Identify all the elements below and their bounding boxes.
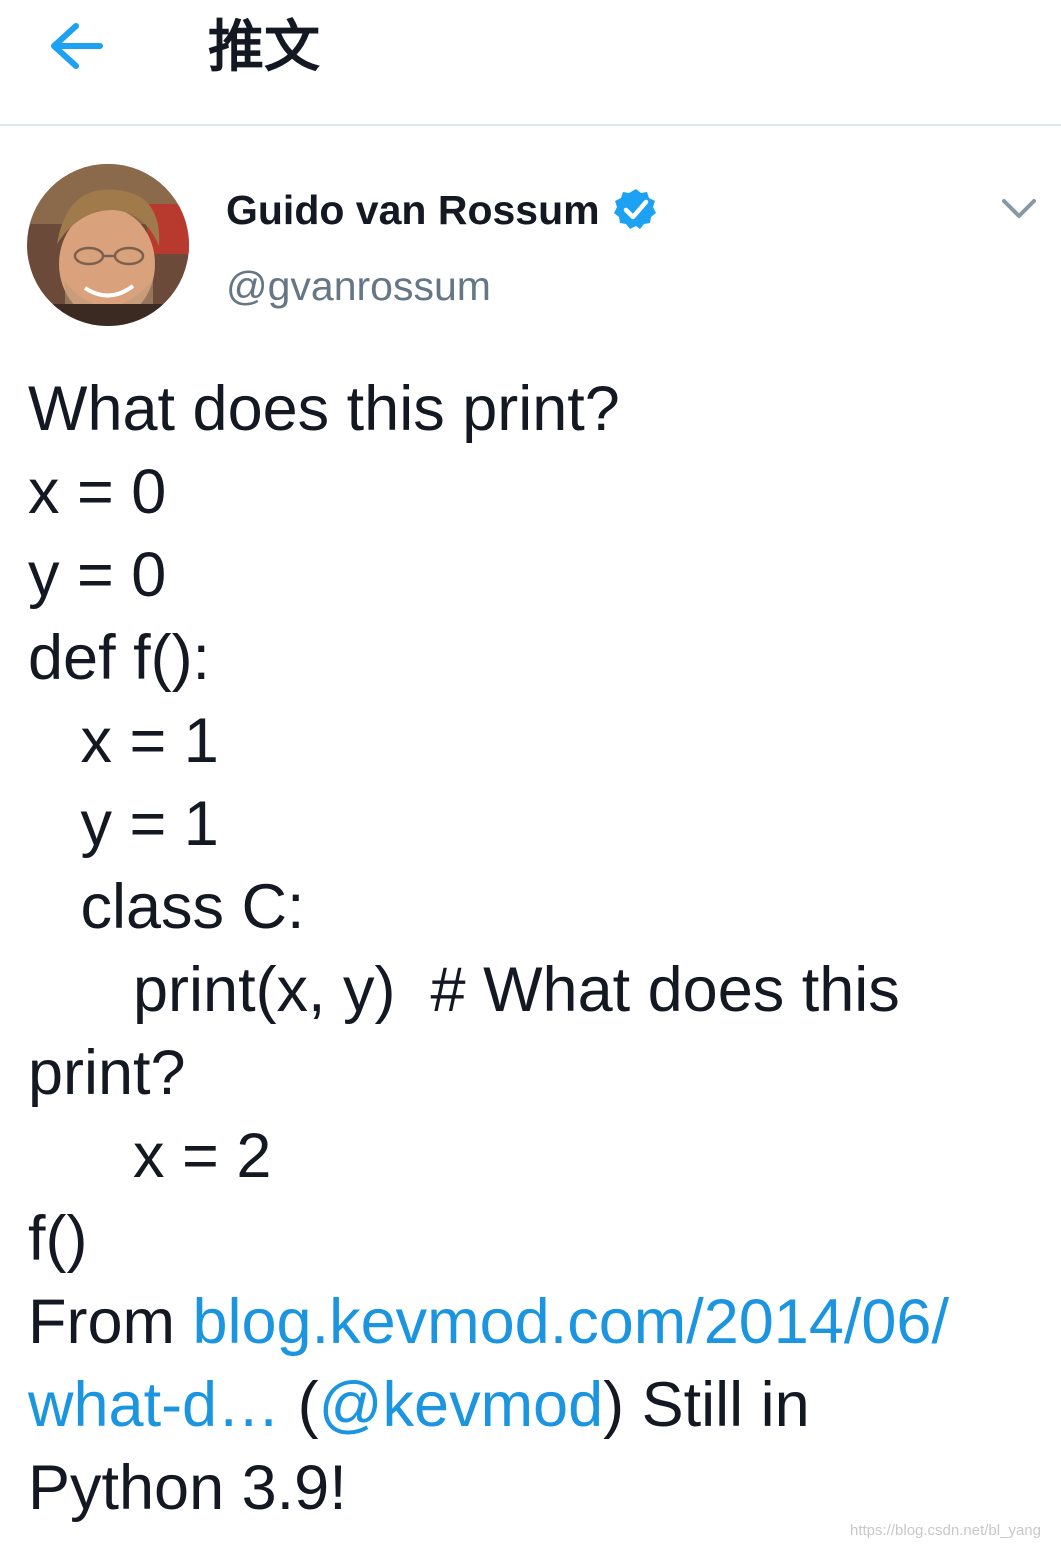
tweet-last-line: Python 3.9! [28, 1453, 347, 1523]
tweet-line: y = 1 [28, 789, 219, 859]
tweet-line: f() [28, 1204, 88, 1274]
arrow-left-icon[interactable] [46, 20, 106, 72]
paren-open: ( [280, 1370, 319, 1440]
tweet-line: x = 1 [28, 706, 219, 776]
author-name[interactable]: Guido van Rossum [226, 184, 600, 236]
mention-link[interactable]: @kevmod [319, 1370, 604, 1440]
tweet-line: What does this print? [28, 374, 620, 444]
avatar-image [27, 164, 189, 326]
author-handle[interactable]: @gvanrossum [226, 260, 491, 312]
avatar[interactable] [27, 164, 189, 326]
tweet-line: class C: [28, 872, 305, 942]
tweet-line: print(x, y) # What does this [28, 955, 900, 1025]
tweet-source-line: From blog.kevmod.com/2014/06/ [28, 1281, 1038, 1364]
tweet-line: y = 0 [28, 540, 167, 610]
from-label: From [28, 1287, 193, 1357]
verified-badge-icon [614, 189, 656, 229]
blog-link-continued[interactable]: what-d… [28, 1370, 280, 1440]
tweet-source-line-2: what-d… (@kevmod) Still in [28, 1364, 1038, 1447]
still-in-text: ) Still in [603, 1370, 810, 1440]
page-title: 推文 [208, 15, 320, 80]
tweet-line: print? [28, 1038, 186, 1108]
tweet-line: x = 0 [28, 457, 167, 527]
tweet-text: What does this print? x = 0 y = 0 def f(… [28, 368, 1038, 1530]
top-app-bar: 推文 [0, 0, 1061, 126]
tweet-line: x = 2 [28, 1121, 272, 1191]
chevron-down-icon[interactable] [1000, 196, 1038, 222]
blog-link[interactable]: blog.kevmod.com/2014/06/ [192, 1287, 948, 1357]
watermark: https://blog.csdn.net/bl_yang [850, 1522, 1041, 1539]
tweet-line: def f(): [28, 623, 211, 693]
